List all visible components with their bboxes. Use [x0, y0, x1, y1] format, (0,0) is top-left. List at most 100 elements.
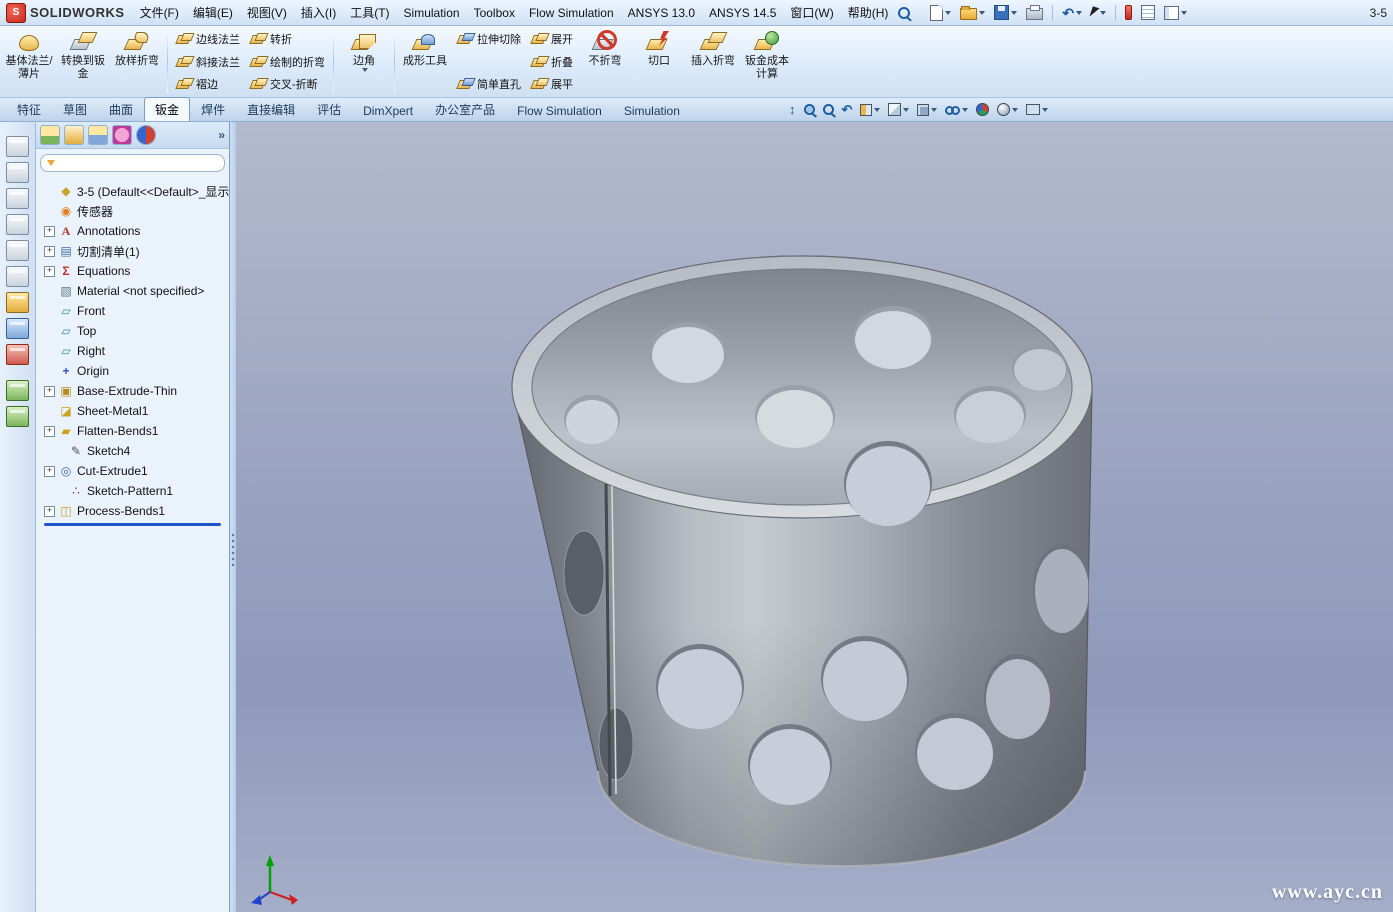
left-toolbar-icon[interactable] — [6, 162, 29, 183]
view-settings-icon[interactable] — [994, 100, 1021, 119]
menu-view[interactable]: 视图(V) — [240, 1, 294, 24]
tree-item-process-bends1[interactable]: Process-Bends1 — [38, 501, 229, 521]
rollback-bar[interactable] — [44, 523, 221, 526]
menu-flow-simulation[interactable]: Flow Simulation — [522, 3, 621, 23]
tab-flow-simulation[interactable]: Flow Simulation — [506, 100, 613, 121]
sheet-metal-costing-button[interactable]: 钣金成本计算 — [740, 27, 794, 96]
convert-to-sheet-metal-button[interactable]: 转换到钣金 — [56, 27, 110, 96]
image-options-icon[interactable] — [1023, 100, 1051, 119]
previous-view-icon[interactable] — [820, 100, 837, 119]
select-cursor-icon[interactable] — [1088, 5, 1109, 20]
left-toolbar-icon[interactable] — [6, 188, 29, 209]
left-toolbar-icon[interactable] — [6, 266, 29, 287]
expand-toggle[interactable] — [44, 426, 55, 437]
jog-button[interactable]: 转折 — [247, 30, 328, 48]
save-icon[interactable] — [991, 3, 1020, 22]
apply-scene-icon[interactable] — [973, 100, 992, 119]
flatten-button[interactable]: 展平 — [528, 75, 576, 93]
hem-button[interactable]: 褶边 — [173, 75, 243, 93]
tree-item-front-plane[interactable]: Front — [38, 301, 229, 321]
3d-viewport[interactable]: www.ayc.cn — [236, 122, 1393, 912]
menu-help[interactable]: 帮助(H) — [841, 1, 896, 24]
expand-toggle[interactable] — [44, 266, 55, 277]
tab-dimxpert[interactable]: DimXpert — [352, 100, 424, 121]
tab-sketch[interactable]: 草图 — [52, 97, 98, 121]
tab-features[interactable]: 特征 — [6, 97, 52, 121]
tree-item-right-plane[interactable]: Right — [38, 341, 229, 361]
corner-button[interactable]: 边角 — [337, 27, 391, 96]
tree-item-sensors[interactable]: 传感器 — [38, 201, 229, 221]
display-manager-tab-icon[interactable] — [136, 125, 156, 145]
lofted-bend-button[interactable]: 放样折弯 — [110, 27, 164, 96]
left-toolbar-icon[interactable] — [6, 240, 29, 261]
tree-item-base-extrude-thin[interactable]: Base-Extrude-Thin — [38, 381, 229, 401]
view-orientation-icon[interactable] — [857, 100, 883, 119]
cross-break-button[interactable]: 交叉-折断 — [247, 75, 328, 93]
search-icon[interactable] — [895, 5, 913, 21]
open-icon[interactable] — [957, 3, 988, 22]
feature-manager-tab-icon[interactable] — [40, 125, 60, 145]
fold-button[interactable]: 折叠 — [528, 53, 576, 71]
left-toolbar-icon[interactable] — [6, 136, 29, 157]
reference-geometry-icon[interactable] — [1122, 3, 1135, 22]
tree-item-top-plane[interactable]: Top — [38, 321, 229, 341]
configuration-manager-tab-icon[interactable] — [88, 125, 108, 145]
tab-evaluate[interactable]: 评估 — [306, 97, 352, 121]
tab-surfaces[interactable]: 曲面 — [98, 97, 144, 121]
tab-office-products[interactable]: 办公室产品 — [424, 97, 506, 121]
menu-tools[interactable]: 工具(T) — [343, 1, 396, 24]
section-view-icon[interactable]: ↶ — [839, 100, 856, 119]
left-toolbar-icon[interactable] — [6, 292, 29, 313]
tab-direct-editing[interactable]: 直接编辑 — [236, 97, 306, 121]
zoom-fit-icon[interactable]: ↕ — [786, 100, 799, 119]
hide-show-items-icon[interactable] — [914, 100, 940, 119]
menu-toolbox[interactable]: Toolbox — [467, 3, 522, 23]
menu-window[interactable]: 窗口(W) — [783, 1, 840, 24]
tab-sheet-metal[interactable]: 钣金 — [144, 97, 190, 121]
dimxpert-manager-tab-icon[interactable] — [112, 125, 132, 145]
extruded-cut-button[interactable]: 拉伸切除 — [454, 30, 524, 48]
tree-item-sketch-pattern1[interactable]: Sketch-Pattern1 — [38, 481, 229, 501]
insert-bends-button[interactable]: 插入折弯 — [686, 27, 740, 96]
left-toolbar-icon[interactable] — [6, 380, 29, 401]
left-toolbar-icon[interactable] — [6, 406, 29, 427]
menu-edit[interactable]: 编辑(E) — [186, 1, 240, 24]
tab-simulation[interactable]: Simulation — [613, 100, 691, 121]
edge-flange-button[interactable]: 边线法兰 — [173, 30, 243, 48]
forming-tool-button[interactable]: 成形工具 — [398, 27, 452, 96]
tree-item-equations[interactable]: Equations — [38, 261, 229, 281]
left-toolbar-icon[interactable] — [6, 318, 29, 339]
base-flange-button[interactable]: 基体法兰/薄片 — [2, 27, 56, 96]
expand-toggle[interactable] — [44, 506, 55, 517]
menu-simulation[interactable]: Simulation — [397, 3, 467, 23]
expand-toggle[interactable] — [44, 466, 55, 477]
left-toolbar-icon[interactable] — [6, 344, 29, 365]
miter-flange-button[interactable]: 斜接法兰 — [173, 53, 243, 71]
menu-insert[interactable]: 插入(I) — [294, 1, 343, 24]
expand-toggle[interactable] — [44, 226, 55, 237]
tab-weldments[interactable]: 焊件 — [190, 97, 236, 121]
notebook-icon[interactable] — [1138, 3, 1158, 22]
no-bends-button[interactable]: 不折弯 — [578, 27, 632, 96]
zoom-area-icon[interactable] — [801, 100, 818, 119]
undo-icon[interactable]: ↶ — [1059, 4, 1085, 22]
tree-item-cut-list[interactable]: 切割清单(1) — [38, 241, 229, 261]
tree-root-item[interactable]: 3-5 (Default<<Default>_显示 — [38, 181, 229, 201]
sketched-bend-button[interactable]: 绘制的折弯 — [247, 53, 328, 71]
menu-ansys-13[interactable]: ANSYS 13.0 — [621, 3, 702, 23]
property-manager-tab-icon[interactable] — [64, 125, 84, 145]
menu-file[interactable]: 文件(F) — [133, 1, 186, 24]
menu-ansys-14-5[interactable]: ANSYS 14.5 — [702, 3, 783, 23]
tree-item-material[interactable]: Material <not specified> — [38, 281, 229, 301]
expand-toggle[interactable] — [44, 386, 55, 397]
expand-toggle[interactable] — [44, 246, 55, 257]
tree-item-sheet-metal1[interactable]: Sheet-Metal1 — [38, 401, 229, 421]
simple-hole-button[interactable]: 简单直孔 — [454, 75, 524, 93]
tree-item-origin[interactable]: Origin — [38, 361, 229, 381]
new-document-icon[interactable] — [927, 3, 954, 23]
tree-item-annotations[interactable]: Annotations — [38, 221, 229, 241]
edit-appearance-icon[interactable] — [942, 100, 971, 119]
tree-item-flatten-bends1[interactable]: Flatten-Bends1 — [38, 421, 229, 441]
left-toolbar-icon[interactable] — [6, 214, 29, 235]
print-icon[interactable] — [1023, 3, 1046, 22]
